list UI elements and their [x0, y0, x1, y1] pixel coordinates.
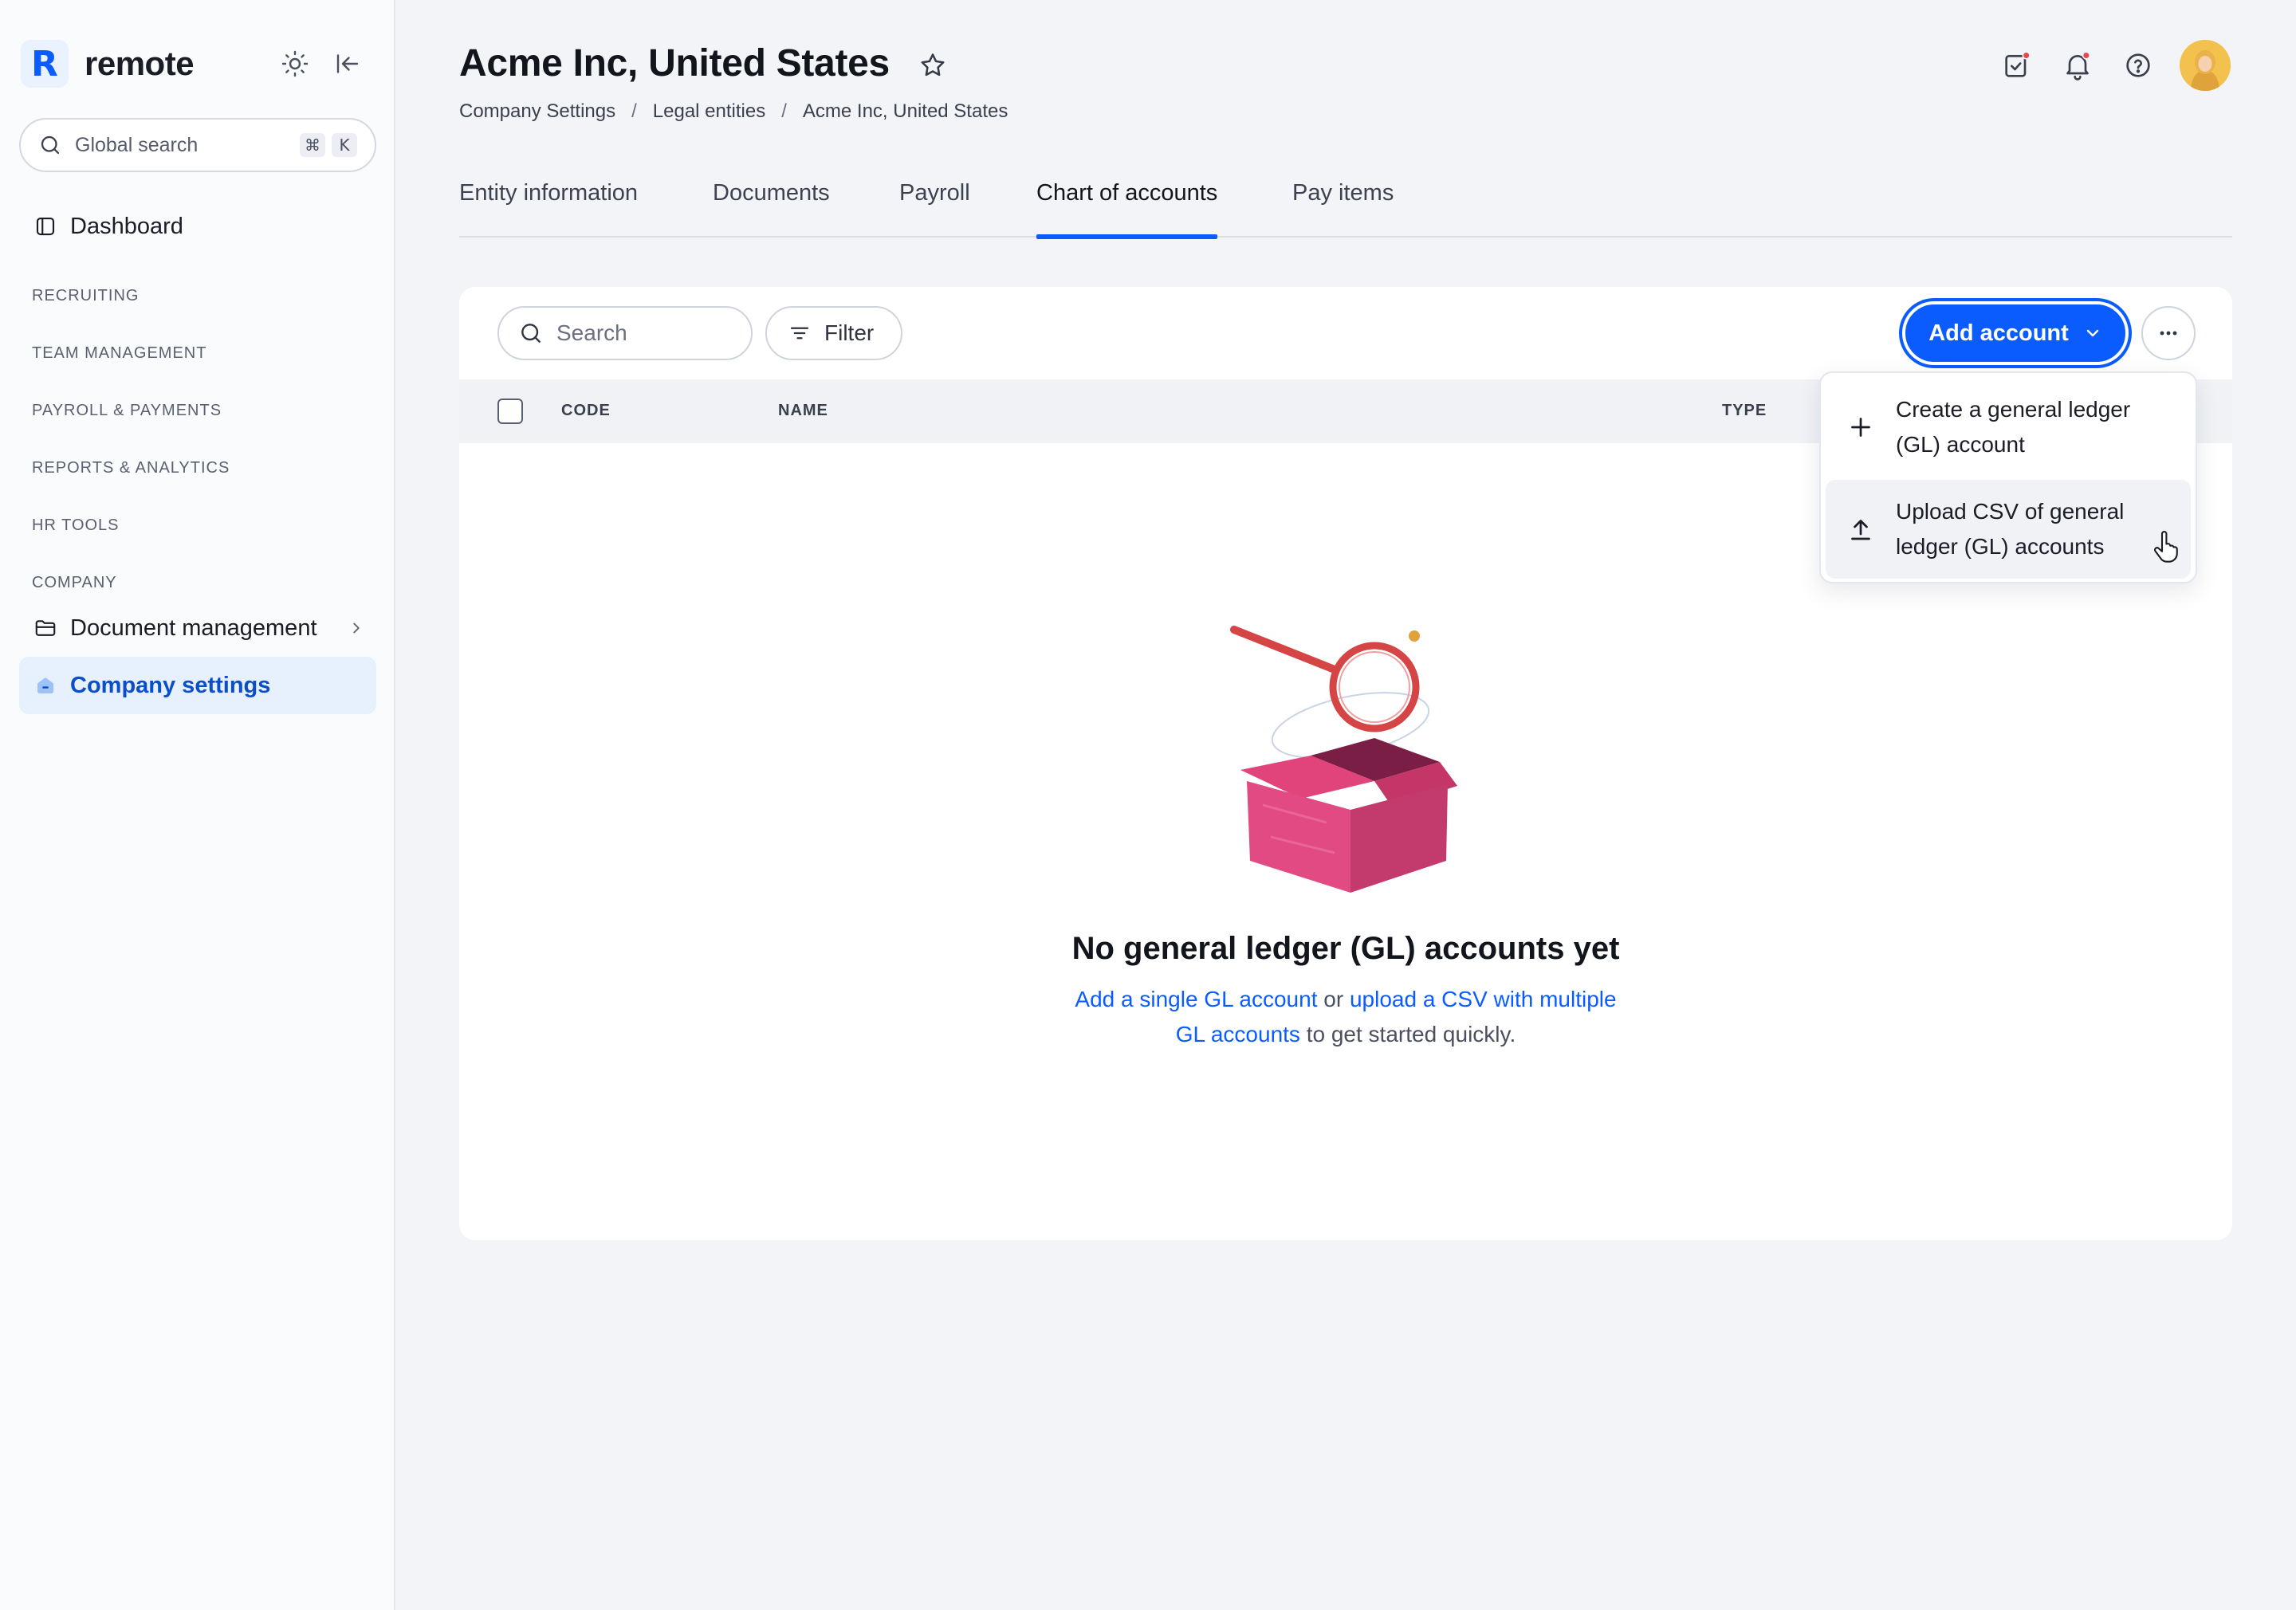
- breadcrumb-separator: /: [781, 100, 787, 122]
- search-icon: [41, 135, 60, 155]
- breadcrumb: Company Settings / Legal entities / Acme…: [459, 100, 1008, 123]
- shortcut-key-cmd: ⌘: [300, 133, 325, 157]
- notifications-bell-icon[interactable]: [2062, 49, 2094, 81]
- chevron-down-icon: [2086, 329, 2099, 337]
- favorite-star-icon[interactable]: [918, 51, 947, 80]
- empty-state-title: No general ledger (GL) accounts yet: [1071, 931, 1620, 966]
- user-avatar[interactable]: [2180, 40, 2231, 91]
- brand-logo[interactable]: R remote: [21, 40, 195, 88]
- search-placeholder: Search: [556, 320, 627, 345]
- theme-toggle-sun-icon[interactable]: [281, 49, 309, 78]
- menu-item-label: Upload CSV of general ledger (GL) accoun…: [1896, 499, 2125, 559]
- page-title: Acme Inc, United States: [459, 42, 890, 84]
- sidebar-item-company-settings[interactable]: Company settings: [19, 657, 376, 714]
- folder-icon: [35, 620, 56, 636]
- breadcrumb-separator: /: [631, 100, 637, 122]
- global-search-placeholder: Global search: [75, 133, 199, 156]
- sidebar-section-reports-analytics[interactable]: REPORTS & ANALYTICS: [32, 459, 230, 477]
- add-account-button[interactable]: Add account: [1902, 301, 2129, 365]
- company-icon: [37, 677, 53, 693]
- breadcrumb-current: Acme Inc, United States: [802, 100, 1008, 122]
- menu-item-upload-csv[interactable]: Upload CSV of general ledger (GL) accoun…: [1826, 480, 2191, 579]
- tab-pay-items[interactable]: Pay items: [1292, 180, 1394, 238]
- sidebar-section-team-management[interactable]: TEAM MANAGEMENT: [32, 344, 206, 363]
- sidebar-item-label: Company settings: [70, 672, 271, 698]
- shortcut-key-k: K: [332, 133, 357, 157]
- plus-icon: [1851, 418, 1870, 437]
- brand-name: remote: [85, 45, 195, 82]
- tab-documents[interactable]: Documents: [713, 180, 830, 238]
- select-all-checkbox[interactable]: [497, 399, 523, 424]
- sidebar-item-document-management[interactable]: Document management: [19, 599, 376, 657]
- collapse-sidebar-icon[interactable]: [333, 49, 362, 78]
- filter-label: Filter: [824, 320, 875, 345]
- add-single-gl-account-link[interactable]: Add a single GL account: [1075, 987, 1317, 1011]
- dashboard-icon: [36, 217, 55, 236]
- add-account-dropdown-menu: Create a general ledger (GL) account Upl…: [1819, 371, 2197, 583]
- sidebar-item-label: Dashboard: [70, 213, 183, 239]
- sidebar-section-hr-tools[interactable]: HR TOOLS: [32, 516, 120, 535]
- tasks-icon[interactable]: [2001, 49, 2033, 81]
- sidebar-section-recruiting[interactable]: RECRUITING: [32, 287, 139, 305]
- remote-logo-icon: R: [21, 40, 69, 88]
- filter-button[interactable]: Filter: [765, 306, 902, 360]
- global-search-input[interactable]: Global search ⌘ K: [19, 118, 376, 172]
- tab-payroll[interactable]: Payroll: [899, 180, 970, 238]
- accounts-search-input[interactable]: Search: [497, 306, 753, 360]
- filter-icon: [790, 327, 809, 340]
- column-header-code[interactable]: CODE: [561, 402, 611, 420]
- empty-state-description: Add a single GL account or upload a CSV …: [1059, 982, 1633, 1052]
- menu-item-label: Create a general ledger (GL) account: [1896, 397, 2131, 457]
- tab-entity-information[interactable]: Entity information: [459, 180, 638, 238]
- tab-bar: Entity information Documents Payroll Cha…: [459, 175, 2232, 239]
- tab-chart-of-accounts[interactable]: Chart of accounts: [1036, 180, 1218, 239]
- search-icon: [521, 324, 541, 343]
- column-header-type[interactable]: TYPE: [1722, 402, 1767, 420]
- upload-icon: [1851, 520, 1870, 540]
- menu-item-create-gl-account[interactable]: Create a general ledger (GL) account: [1826, 378, 2191, 477]
- more-options-button[interactable]: [2141, 306, 2196, 360]
- help-icon[interactable]: [2122, 49, 2154, 81]
- breadcrumb-legal-entities[interactable]: Legal entities: [653, 100, 765, 123]
- sidebar-section-payroll-payments[interactable]: PAYROLL & PAYMENTS: [32, 402, 222, 420]
- sidebar-item-dashboard[interactable]: Dashboard: [19, 204, 376, 249]
- chevron-right-icon: [353, 622, 360, 634]
- column-header-name[interactable]: NAME: [778, 402, 828, 420]
- more-horizontal-icon: [2160, 331, 2177, 336]
- breadcrumb-company-settings[interactable]: Company Settings: [459, 100, 615, 123]
- empty-state-or-text: or: [1317, 987, 1350, 1011]
- sidebar-item-label: Document management: [70, 615, 317, 641]
- empty-state-suffix: to get started quickly.: [1299, 1022, 1516, 1046]
- empty-box-illustration: [1230, 626, 1457, 893]
- pointer-cursor-icon: [2154, 531, 2178, 563]
- add-account-label: Add account: [1928, 320, 2069, 346]
- sidebar: R remote Global search ⌘ K Dashboard REC…: [0, 0, 395, 1610]
- sidebar-section-company[interactable]: COMPANY: [32, 574, 117, 592]
